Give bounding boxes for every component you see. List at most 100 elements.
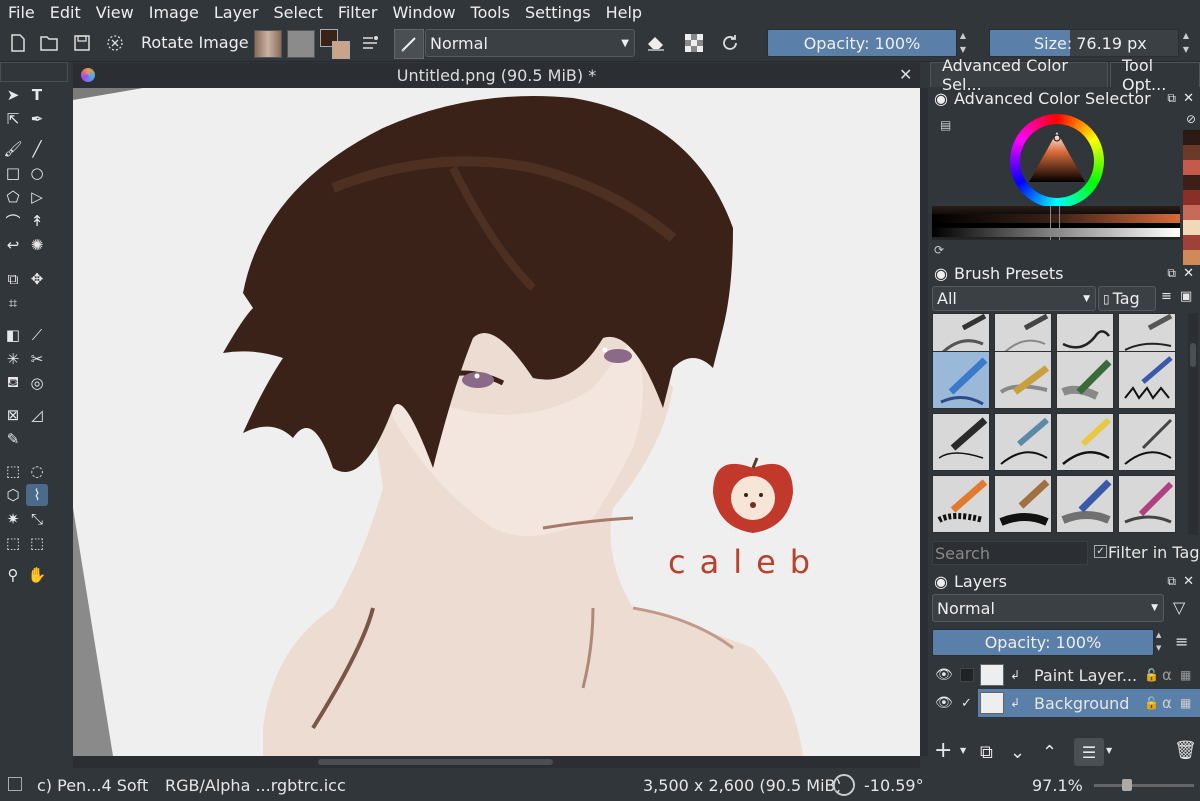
brush-preset[interactable] (994, 351, 1052, 409)
polygon-tool-icon[interactable]: ⬠ (2, 186, 24, 208)
alpha-lock-icon[interactable] (680, 29, 708, 57)
duplicate-layer-icon[interactable]: ⧉ (980, 742, 993, 763)
alpha-icon[interactable]: α (1162, 666, 1172, 684)
layer-checkbox-checked[interactable]: ✓ (961, 696, 972, 711)
layer-opacity-slider[interactable]: Opacity: 100% (932, 629, 1154, 656)
color-history-swatch[interactable] (1183, 235, 1200, 250)
pattern-swatch[interactable] (287, 30, 315, 58)
layer-menu-icon[interactable]: ≡ (1175, 632, 1188, 651)
gradient-swatch[interactable] (254, 30, 282, 58)
close-icon[interactable]: ✕ (1183, 574, 1194, 589)
menu-filter[interactable]: Filter (330, 3, 385, 22)
reference-tool-icon[interactable]: ✎ (2, 428, 24, 450)
vertical-scrollbar[interactable] (920, 88, 928, 756)
presets-menu-icon[interactable]: ≡ (1161, 289, 1172, 304)
menu-tools[interactable]: Tools (463, 3, 517, 22)
color-wheel[interactable] (1010, 114, 1104, 208)
freehand-path-icon[interactable]: ↟ (26, 210, 48, 232)
tab-advanced-color-selector[interactable]: Advanced Color Sel... (930, 56, 1108, 94)
brush-preset[interactable] (1056, 351, 1114, 409)
brush-filter-select[interactable]: All ▼ (932, 286, 1096, 311)
close-icon[interactable]: ✕ (1183, 91, 1194, 106)
dynamic-brush-icon[interactable]: ↩ (2, 234, 24, 256)
eye-icon[interactable]: 👁 (935, 695, 953, 711)
delete-layer-icon[interactable]: 🗑 (1174, 740, 1197, 761)
float-icon[interactable]: ⧉ (1167, 574, 1176, 589)
crop-tool-icon[interactable]: ⌗ (2, 292, 24, 314)
add-layer-icon[interactable]: + (934, 738, 952, 763)
menu-image[interactable]: Image (141, 3, 206, 22)
menu-help[interactable]: Help (598, 3, 649, 22)
move-layer-down-icon[interactable]: ⌄ (1010, 742, 1025, 763)
transform-tool-icon[interactable]: ⧉ (2, 268, 24, 290)
zoom-tool-icon[interactable]: ⚲ (2, 564, 24, 586)
magnetic-select-icon[interactable]: ⬚ (26, 532, 48, 554)
lock-icon[interactable]: 🔓 (1144, 696, 1159, 710)
inherit-alpha-icon[interactable]: ▦ (1180, 668, 1191, 682)
lock-icon[interactable]: 🔓 (1144, 668, 1159, 682)
close-icon[interactable]: ✕ (899, 65, 912, 84)
color-picker-icon[interactable]: ⟋ (26, 324, 48, 346)
similar-select-icon[interactable]: ⤡ (26, 508, 48, 530)
color-history-swatch[interactable] (1183, 130, 1200, 145)
menu-layer[interactable]: Layer (206, 3, 266, 22)
rotate-view-icon[interactable] (101, 29, 129, 57)
menu-view[interactable]: View (88, 3, 141, 22)
fg-bg-color-icon[interactable] (320, 29, 350, 59)
brush-settings-icon[interactable] (357, 29, 385, 57)
blend-mode-select[interactable]: Normal ▼ (425, 29, 635, 57)
menu-edit[interactable]: Edit (42, 3, 88, 22)
inherit-alpha-icon[interactable]: ▦ (1180, 696, 1191, 710)
bezier-select-icon[interactable]: ⬚ (2, 532, 24, 554)
brush-preset-icon[interactable] (394, 29, 424, 59)
enclose-fill-icon[interactable]: ◎ (26, 372, 48, 394)
smart-patch-icon[interactable]: ✂ (26, 348, 48, 370)
eye-icon[interactable]: 👁 (935, 667, 953, 683)
eraser-icon[interactable] (642, 29, 670, 57)
menu-select[interactable]: Select (265, 3, 329, 22)
refresh-icon[interactable]: ⟳ (934, 243, 944, 257)
measure-tool-icon[interactable]: ◿ (26, 404, 48, 426)
presets-view-icon[interactable]: ▣ (1180, 289, 1192, 304)
rect-select-icon[interactable]: ⬚ (2, 460, 24, 482)
freehand-select-icon[interactable]: ⌇ (26, 484, 48, 506)
opacity-slider[interactable]: Opacity: 100% (767, 29, 957, 57)
color-history-swatch[interactable] (1183, 190, 1200, 205)
contiguous-select-icon[interactable]: ✷ (2, 508, 24, 530)
tag-button[interactable]: ▯ Tag (1098, 286, 1156, 311)
size-spin-icon[interactable]: ▲ ▼ (1181, 29, 1191, 57)
menu-file[interactable]: File (0, 3, 42, 22)
brush-preset[interactable] (932, 413, 990, 471)
open-folder-icon[interactable] (35, 29, 63, 57)
layer-properties-menu-icon[interactable]: ▼ (1106, 746, 1112, 755)
menu-icon[interactable]: ▤ (940, 118, 951, 132)
assistant-tool-icon[interactable]: ⊠ (2, 404, 24, 426)
layer-opacity-spin-icon[interactable]: ▲ ▼ (1156, 629, 1164, 656)
float-icon[interactable]: ⧉ (1167, 91, 1176, 106)
gradient-tool-icon[interactable]: ◧ (2, 324, 24, 346)
reload-preset-icon[interactable] (716, 29, 744, 57)
brush-preset[interactable] (1056, 475, 1114, 533)
presets-scrollbar[interactable] (1188, 313, 1198, 535)
brush-preset[interactable] (994, 413, 1052, 471)
freehand-brush-icon[interactable]: 🖌 (2, 138, 24, 160)
float-icon[interactable]: ⧉ (1167, 266, 1176, 281)
brush-preset[interactable] (1118, 413, 1176, 471)
size-slider[interactable]: Size: 76.19 px (989, 29, 1179, 57)
color-history-swatch[interactable] (1183, 160, 1200, 175)
brush-preset[interactable] (1056, 413, 1114, 471)
ellipse-select-icon[interactable]: ◌ (26, 460, 48, 482)
canvas-tab[interactable]: Untitled.png (90.5 MiB) * ✕ (73, 63, 920, 88)
polygon-select-icon[interactable]: ⬡ (2, 484, 24, 506)
layer-blend-select[interactable]: Normal ▼ (932, 594, 1164, 622)
text-tool-icon[interactable]: T (26, 84, 48, 106)
new-document-icon[interactable] (4, 29, 32, 57)
line-tool-icon[interactable]: ╱ (26, 138, 48, 160)
brush-preset-selected[interactable] (932, 351, 990, 409)
layer-row-paint[interactable]: 👁 ↲ Paint Layer... 🔓 α ▦ (930, 661, 1200, 689)
move-layer-up-icon[interactable]: ⌃ (1042, 742, 1057, 763)
rotation-dial-icon[interactable] (833, 774, 855, 796)
tab-tool-options[interactable]: Tool Opt... (1110, 56, 1200, 94)
horizontal-scrollbar[interactable] (73, 756, 920, 768)
brush-preset[interactable] (1118, 475, 1176, 533)
